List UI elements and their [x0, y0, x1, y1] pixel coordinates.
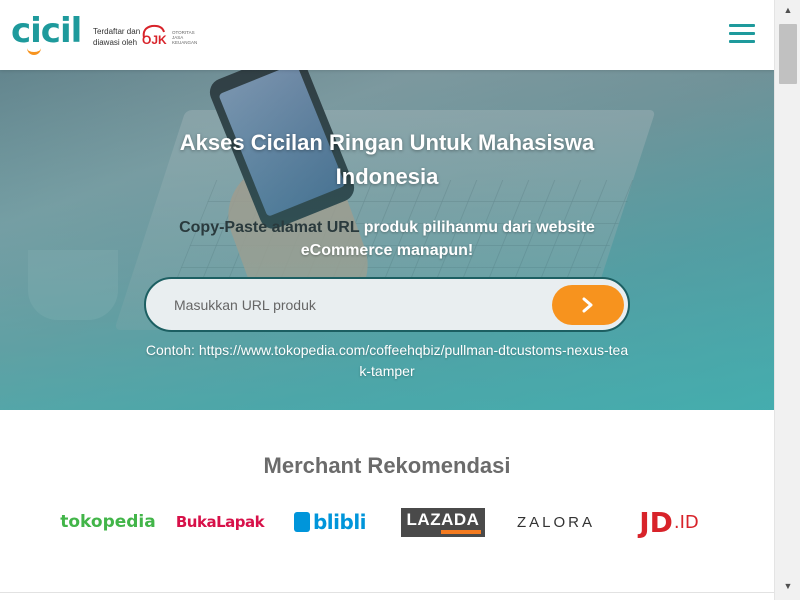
merchant-jd-logo[interactable]: JD .ID — [634, 502, 704, 542]
menu-bar-icon — [729, 32, 755, 35]
merchant-tokopedia-logo[interactable]: tokopedia — [52, 502, 164, 542]
lazada-accent-bar — [441, 530, 481, 534]
hero-banner: Akses Cicilan Ringan Untuk Mahasiswa Ind… — [0, 70, 774, 410]
ojk-subtext: OTORITAS JASA KEUANGAN — [172, 30, 198, 45]
svg-text:OJK: OJK — [142, 33, 167, 47]
regulator-note: Terdaftar dan diawasi oleh — [93, 26, 140, 48]
regulator-line-1: Terdaftar dan — [93, 27, 141, 36]
section-divider — [0, 592, 774, 593]
scrollbar-thumb[interactable] — [779, 24, 797, 84]
hero-title: Akses Cicilan Ringan Untuk Mahasiswa Ind… — [179, 130, 595, 189]
merchant-blibli-label: blibli — [312, 510, 367, 534]
merchant-zalora-label: ZALORA — [516, 513, 595, 531]
merchant-logo-row: tokopedia BukaLapak blibli LAZADA ZALORA… — [52, 502, 732, 542]
regulator-line-2: diawasi oleh — [93, 38, 138, 47]
merchant-jd-label: JD — [639, 505, 673, 539]
product-url-input[interactable] — [174, 293, 544, 317]
chevron-right-icon — [582, 297, 593, 313]
merchant-zalora-logo[interactable]: ZALORA — [512, 502, 600, 542]
menu-bar-icon — [729, 40, 755, 43]
url-search-bar — [144, 277, 630, 332]
hero-subtitle: Copy-Paste alamat URL produk pilihanmu d… — [160, 216, 614, 262]
merchant-tokopedia-label: tokopedia — [60, 512, 156, 532]
logo-smile-mark — [27, 48, 41, 55]
merchant-lazada-label: LAZADA — [406, 510, 480, 529]
scroll-down-arrow-icon[interactable]: ▼ — [775, 578, 800, 594]
url-example-text: Contoh: https://www.tokopedia.com/coffee… — [145, 342, 629, 379]
scroll-up-arrow-icon[interactable]: ▲ — [775, 2, 800, 18]
hamburger-menu-button[interactable] — [729, 24, 755, 46]
ojk-logo: OJK — [142, 24, 167, 47]
menu-bar-icon — [729, 24, 755, 27]
merchant-bukalapak-label: BukaLapak — [175, 513, 265, 531]
top-navbar: cicil Terdaftar dan diawasi oleh OJK OTO… — [0, 0, 774, 70]
vertical-scrollbar[interactable]: ▲ ▼ — [774, 0, 800, 600]
page: cicil Terdaftar dan diawasi oleh OJK OTO… — [0, 0, 774, 600]
merchant-section-title: Merchant Rekomendasi — [263, 453, 511, 478]
merchant-bukalapak-logo[interactable]: BukaLapak — [172, 502, 268, 542]
hero-subtitle-part-1: Copy-Paste alamat URL — [179, 219, 360, 236]
merchant-jd-suffix: .ID — [673, 511, 699, 533]
shopping-bag-icon — [293, 512, 310, 532]
merchant-lazada-logo[interactable]: LAZADA — [401, 508, 485, 537]
submit-url-button[interactable] — [552, 285, 624, 325]
merchant-blibli-logo[interactable]: blibli — [288, 502, 372, 542]
cicil-logo[interactable]: cicil — [11, 14, 82, 48]
